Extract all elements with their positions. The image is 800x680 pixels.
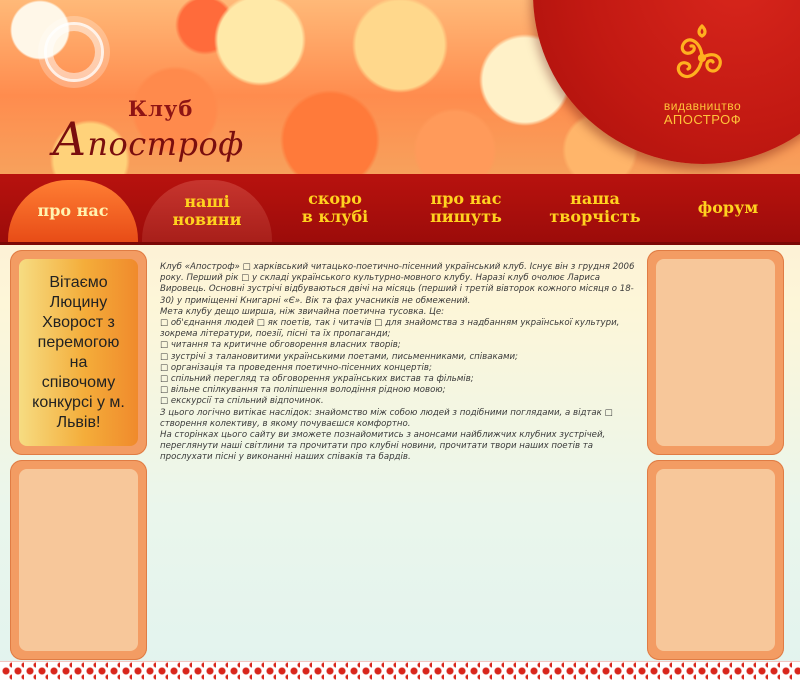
- content-paragraph: Клуб «Апостроф» □ харківський читацько-п…: [160, 262, 635, 306]
- content-list-item: □ організація та проведення поетично-піс…: [160, 362, 432, 373]
- left-panel-bottom-inner: [19, 469, 138, 651]
- content-list-item: □ екскурсії та спільний відпочинок.: [160, 396, 324, 407]
- content-list-item: □ вільне спілкування та поліпшення волод…: [160, 385, 446, 396]
- publisher-label-line2: АПОСТРОФ: [663, 112, 742, 127]
- main-navigation: про нас наші новини скоро в клубі про на…: [0, 174, 800, 245]
- left-panel-top: Вітаємо Люцину Хворост з перемогою на сп…: [10, 250, 147, 455]
- nav-creativity[interactable]: наша творчість: [530, 174, 660, 242]
- publisher-label-line1: видавництво: [663, 99, 742, 113]
- nav-press[interactable]: про нас пишуть: [401, 174, 531, 242]
- welcome-box: Вітаємо Люцину Хворост з перемогою на сп…: [19, 259, 138, 446]
- right-panel-bottom-inner: [656, 469, 775, 651]
- content-list-item: □ об'єднання людей □ як поетів, так і чи…: [160, 318, 620, 340]
- main-content: Клуб «Апостроф» □ харківський читацько-п…: [160, 262, 640, 464]
- content-list-item: □ зустрічі з талановитими українськими п…: [160, 351, 518, 362]
- left-panel-bottom: [10, 460, 147, 660]
- nav-forum[interactable]: форум: [663, 174, 793, 242]
- triskelion-icon: [676, 24, 722, 79]
- footer-ornament: [0, 661, 800, 680]
- nav-about[interactable]: про нас: [8, 180, 138, 242]
- content-list-item: □ спільний перегляд та обговорення украї…: [160, 374, 474, 385]
- swirl-icon: [44, 22, 104, 82]
- right-panel-top: [647, 250, 784, 455]
- right-panel-top-inner: [656, 259, 775, 446]
- welcome-text: Вітаємо Люцину Хворост з перемогою на сп…: [32, 273, 125, 431]
- content-paragraph: На сторінках цього сайту ви зможете позн…: [160, 430, 606, 463]
- right-panel-bottom: [647, 460, 784, 660]
- nav-news[interactable]: наші новини: [142, 180, 272, 242]
- header-banner: Клуб Апостроф видавництво АПОСТРОФ: [0, 0, 800, 174]
- nav-coming-soon[interactable]: скоро в клубі: [270, 174, 400, 242]
- content-list-item: □ читання та критичне обговорення власни…: [160, 340, 401, 351]
- logo-apostrof[interactable]: Апостроф: [52, 112, 244, 166]
- content-paragraph: Мета клубу дещо ширша, ніж звичайна поет…: [160, 306, 445, 317]
- content-paragraph: З цього логічно витікає наслідок: знайом…: [160, 407, 613, 429]
